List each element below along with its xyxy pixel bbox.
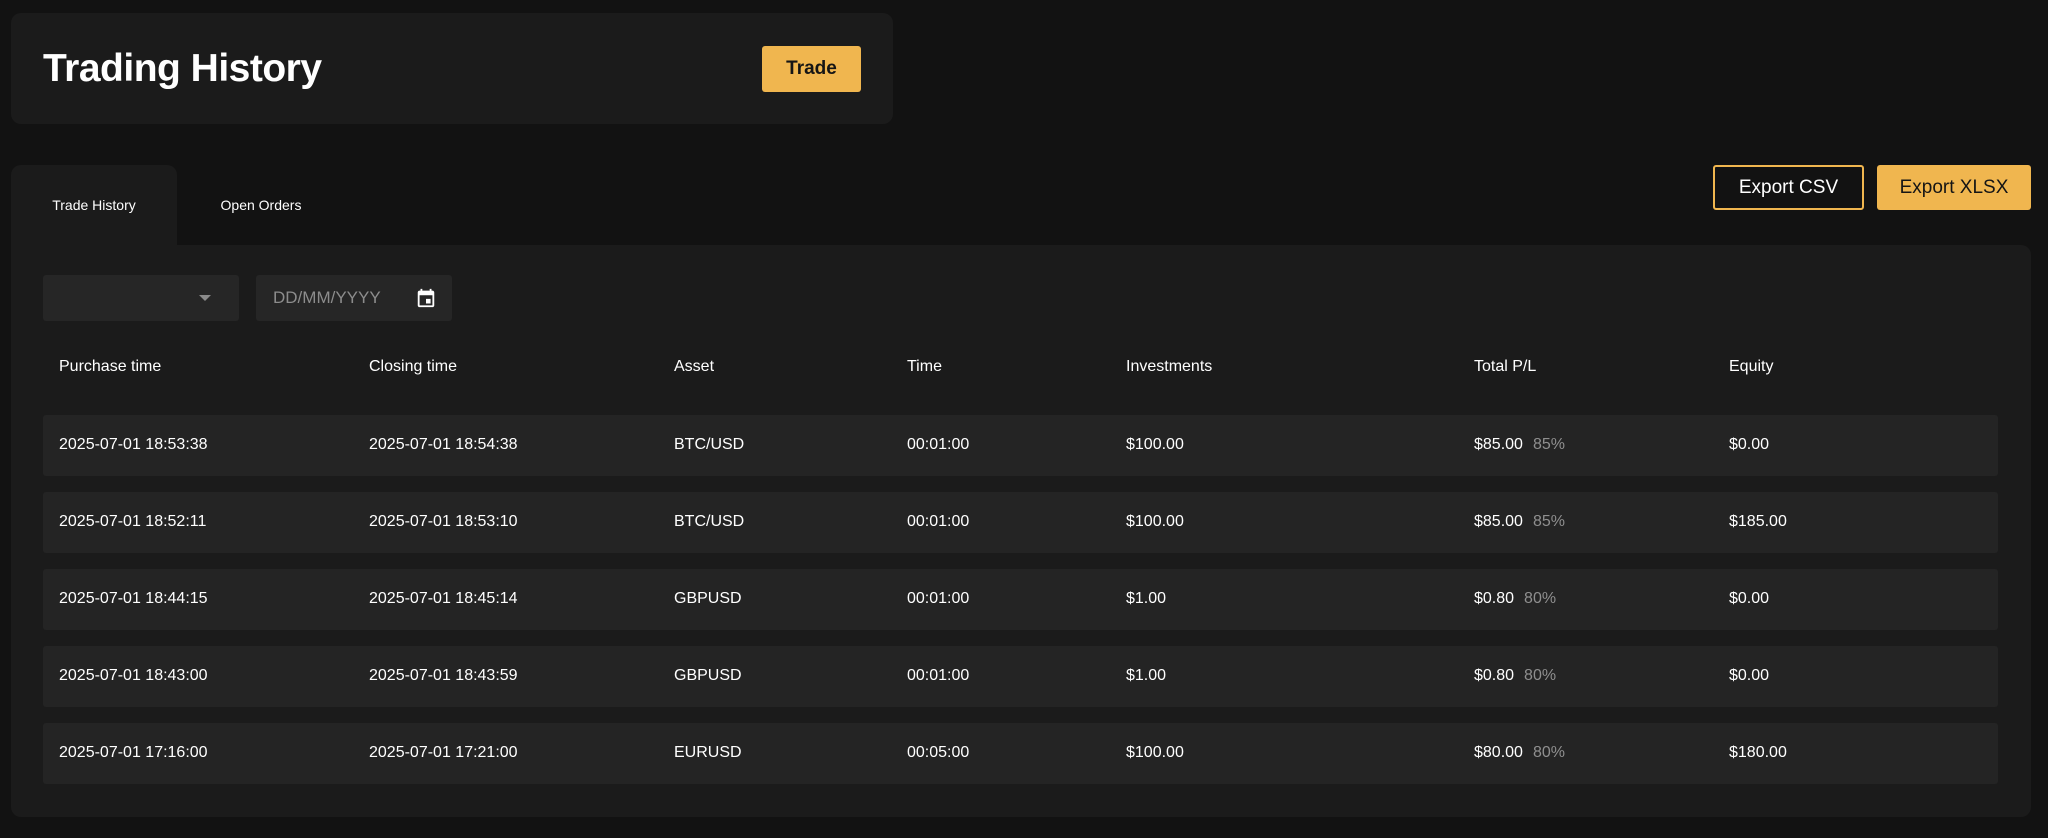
equity-cell: $0.00 xyxy=(1729,590,1770,607)
total-pl-cell: $85.00 85% xyxy=(1474,436,1565,454)
purchase-time-cell: 2025-07-01 18:52:11 xyxy=(59,513,207,530)
pl-amount: $80.00 xyxy=(1474,744,1523,761)
time-cell: 00:01:00 xyxy=(907,436,970,453)
export-xlsx-button[interactable]: Export XLSX xyxy=(1877,165,2031,210)
page-title: Trading History xyxy=(43,47,322,90)
time-cell: 00:01:00 xyxy=(907,513,970,530)
equity-cell: $185.00 xyxy=(1729,513,1787,530)
equity-cell: $0.00 xyxy=(1729,667,1770,684)
purchase-time-cell: 2025-07-01 17:16:00 xyxy=(59,744,208,761)
investment-cell: $1.00 xyxy=(1126,590,1167,607)
trade-button[interactable]: Trade xyxy=(762,46,861,92)
asset-cell: EURUSD xyxy=(674,744,742,761)
equity-cell: $0.00 xyxy=(1729,436,1770,453)
page: Trading History Trade Trade History Open… xyxy=(0,0,2048,838)
column-header-closing-time: Closing time xyxy=(369,358,458,375)
tab-open-orders[interactable]: Open Orders xyxy=(177,165,345,245)
column-header-investments: Investments xyxy=(1126,358,1213,375)
asset-cell: GBPUSD xyxy=(674,590,742,607)
investment-cell: $1.00 xyxy=(1126,667,1167,684)
purchase-time-cell: 2025-07-01 18:44:15 xyxy=(59,590,208,607)
pl-percent: 80% xyxy=(1524,590,1557,607)
pl-percent: 80% xyxy=(1532,744,1565,761)
total-pl-cell: $80.00 80% xyxy=(1474,744,1565,762)
pl-amount: $0.80 xyxy=(1474,667,1515,684)
column-header-time: Time xyxy=(907,358,942,375)
time-cell: 00:05:00 xyxy=(907,744,970,761)
tab-trade-history[interactable]: Trade History xyxy=(11,165,177,245)
closing-time-cell: 2025-07-01 17:21:00 xyxy=(369,744,518,761)
column-header-asset: Asset xyxy=(674,358,715,375)
time-cell: 00:01:00 xyxy=(907,590,970,607)
total-pl-cell: $0.80 80% xyxy=(1474,590,1556,608)
equity-cell: $180.00 xyxy=(1729,744,1787,761)
table-row[interactable]: 2025-07-01 18:43:00 2025-07-01 18:43:59 … xyxy=(43,646,1998,707)
export-csv-button[interactable]: Export CSV xyxy=(1713,165,1864,210)
investment-cell: $100.00 xyxy=(1126,513,1184,530)
table-row[interactable]: 2025-07-01 18:44:15 2025-07-01 18:45:14 … xyxy=(43,569,1998,630)
closing-time-cell: 2025-07-01 18:54:38 xyxy=(369,436,518,453)
closing-time-cell: 2025-07-01 18:43:59 xyxy=(369,667,518,684)
trade-history-panel: Purchase time Closing time Asset Time In… xyxy=(11,245,2031,817)
pl-percent: 85% xyxy=(1532,436,1565,453)
chevron-down-icon xyxy=(199,295,211,301)
closing-time-cell: 2025-07-01 18:45:14 xyxy=(369,590,518,607)
pl-amount: $85.00 xyxy=(1474,436,1523,453)
total-pl-cell: $0.80 80% xyxy=(1474,667,1556,685)
pl-percent: 85% xyxy=(1532,513,1565,530)
table-row[interactable]: 2025-07-01 18:53:38 2025-07-01 18:54:38 … xyxy=(43,415,1998,476)
total-pl-cell: $85.00 85% xyxy=(1474,513,1565,531)
filter-select[interactable] xyxy=(43,275,239,321)
time-cell: 00:01:00 xyxy=(907,667,970,684)
asset-cell: BTC/USD xyxy=(674,513,745,530)
table-row[interactable]: 2025-07-01 17:16:00 2025-07-01 17:21:00 … xyxy=(43,723,1998,784)
column-header-purchase-time: Purchase time xyxy=(59,358,162,375)
pl-amount: $85.00 xyxy=(1474,513,1523,530)
date-input[interactable] xyxy=(273,288,413,308)
date-filter xyxy=(256,275,452,321)
pl-percent: 80% xyxy=(1524,667,1557,684)
purchase-time-cell: 2025-07-01 18:43:00 xyxy=(59,667,208,684)
investment-cell: $100.00 xyxy=(1126,744,1184,761)
purchase-time-cell: 2025-07-01 18:53:38 xyxy=(59,436,208,453)
pl-amount: $0.80 xyxy=(1474,590,1515,607)
column-header-equity: Equity xyxy=(1729,358,1774,375)
asset-cell: BTC/USD xyxy=(674,436,745,453)
table-row[interactable]: 2025-07-01 18:52:11 2025-07-01 18:53:10 … xyxy=(43,492,1998,553)
header-card: Trading History Trade xyxy=(11,13,893,124)
investment-cell: $100.00 xyxy=(1126,436,1184,453)
calendar-icon[interactable] xyxy=(415,287,437,309)
asset-cell: GBPUSD xyxy=(674,667,742,684)
closing-time-cell: 2025-07-01 18:53:10 xyxy=(369,513,518,530)
column-header-total-pl: Total P/L xyxy=(1474,358,1537,375)
